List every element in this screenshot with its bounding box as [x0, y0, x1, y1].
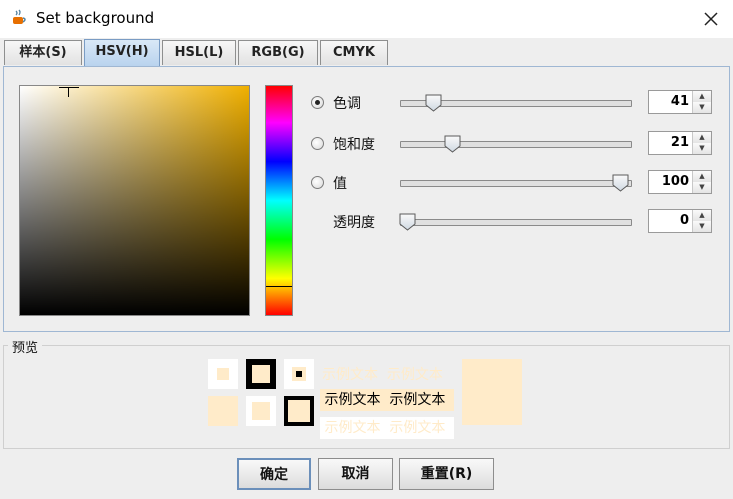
- cancel-button[interactable]: 取消: [318, 458, 393, 490]
- sample-text: 示例文本: [322, 367, 378, 383]
- reset-button[interactable]: 重置(R): [399, 458, 494, 490]
- component-value: 100: [661, 174, 689, 189]
- spinner-down-icon[interactable]: ▼: [693, 182, 711, 193]
- slider-thumb-icon[interactable]: [399, 213, 416, 231]
- spinner-down-icon[interactable]: ▼: [693, 102, 711, 113]
- component-value: 21: [670, 135, 689, 150]
- spinner-down-icon[interactable]: ▼: [693, 221, 711, 232]
- spinner-down-icon[interactable]: ▼: [693, 143, 711, 154]
- sample-text: 示例文本: [324, 420, 381, 436]
- preview-swatch-white: [208, 359, 238, 389]
- component-value: 0: [679, 213, 689, 228]
- hue-marker: [266, 286, 292, 287]
- component-spinner[interactable]: 0 ▲ ▼: [648, 209, 712, 233]
- component-label: 色调: [333, 96, 361, 112]
- component-radio[interactable]: [311, 137, 324, 150]
- hue-strip[interactable]: [265, 85, 293, 316]
- tab-cmyk[interactable]: CMYK: [320, 40, 388, 65]
- component-spinner[interactable]: 100 ▲ ▼: [648, 170, 712, 194]
- saturation-value-picker[interactable]: [19, 85, 250, 316]
- component-label: 值: [333, 176, 347, 192]
- slider-thumb-icon[interactable]: [612, 174, 629, 192]
- picker-crosshair: [59, 87, 79, 88]
- component-label: 饱和度: [333, 137, 375, 153]
- component-value: 41: [670, 94, 689, 109]
- tab-swatches[interactable]: 样本(S): [4, 40, 82, 65]
- component-radio[interactable]: [311, 176, 324, 189]
- tab-rgb[interactable]: RGB(G): [238, 40, 318, 65]
- component-radio[interactable]: [311, 96, 324, 109]
- component-spinner[interactable]: 41 ▲ ▼: [648, 90, 712, 114]
- tab-hsv[interactable]: HSV(H): [84, 39, 160, 66]
- picker-crosshair-vertical: [68, 87, 69, 97]
- sample-text: 示例文本: [324, 392, 381, 408]
- spinner-up-icon[interactable]: ▲: [693, 210, 711, 221]
- spinner-up-icon[interactable]: ▲: [693, 171, 711, 182]
- preview-swatch-plain: [208, 396, 238, 426]
- window-title: Set background: [36, 9, 155, 27]
- preview-swatch-white-2: [246, 396, 276, 426]
- close-icon[interactable]: [698, 6, 724, 32]
- preview-swatch-black: [246, 359, 276, 389]
- preview-large-swatch: [462, 359, 522, 425]
- tab-hsl[interactable]: HSL(L): [162, 40, 236, 65]
- preview-swatch-white-dot: [284, 359, 314, 389]
- slider-thumb-icon[interactable]: [444, 135, 461, 153]
- component-slider[interactable]: [400, 141, 632, 148]
- sample-text: 示例文本: [389, 420, 446, 436]
- component-slider[interactable]: [400, 180, 632, 187]
- ok-button[interactable]: 确定: [237, 458, 311, 490]
- preview-swatch-black-2: [284, 396, 314, 426]
- component-slider[interactable]: [400, 219, 632, 226]
- sample-text: 示例文本: [386, 367, 443, 383]
- java-cup-icon: [13, 9, 26, 24]
- spinner-up-icon[interactable]: ▲: [693, 132, 711, 143]
- preview-title: 预览: [8, 337, 43, 356]
- component-spinner[interactable]: 21 ▲ ▼: [648, 131, 712, 155]
- spinner-up-icon[interactable]: ▲: [693, 91, 711, 102]
- slider-thumb-icon[interactable]: [425, 94, 442, 112]
- component-label: 透明度: [333, 215, 375, 231]
- sample-text: 示例文本: [389, 392, 446, 408]
